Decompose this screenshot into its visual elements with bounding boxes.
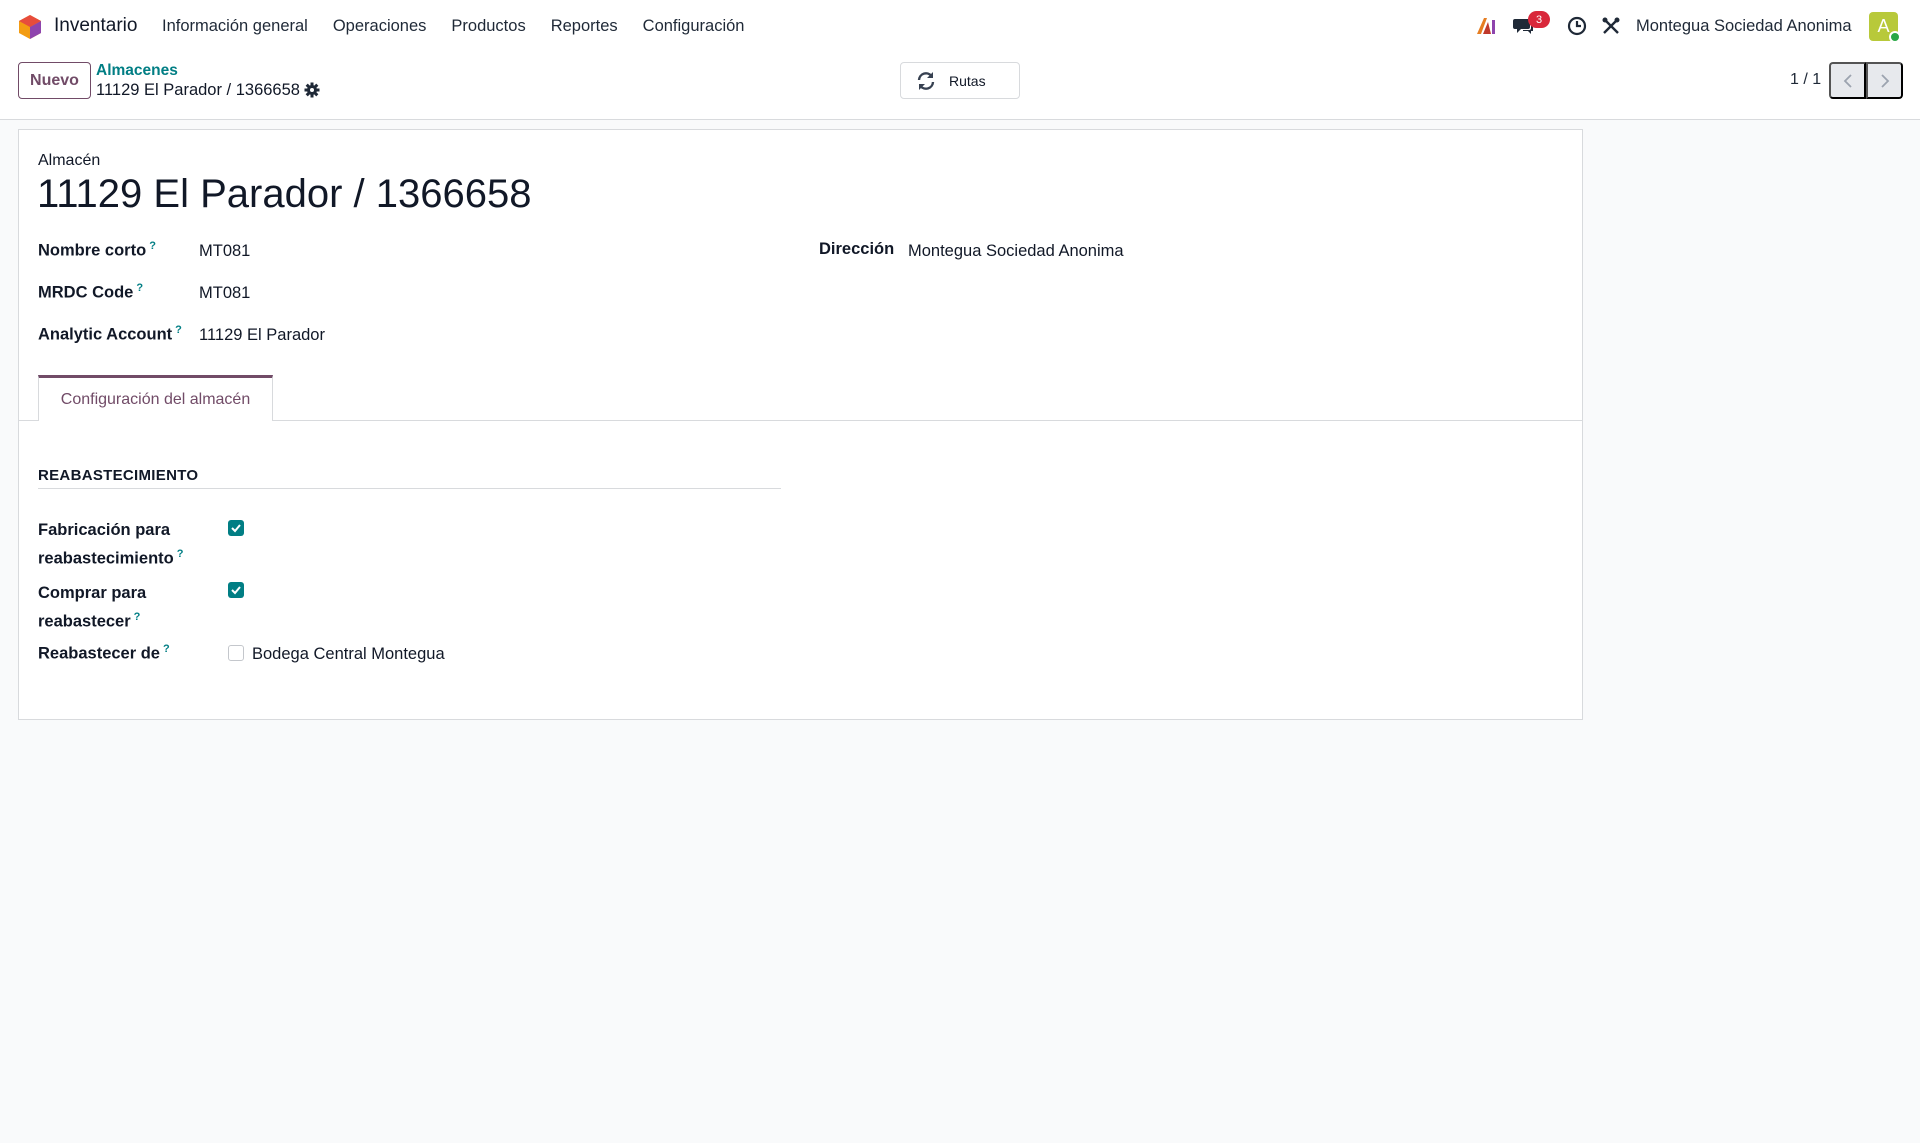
resupply-from-label: Reabastecer de? [38,643,170,663]
analytic-account-field[interactable]: 11129 El Parador [199,326,325,345]
record-title[interactable]: 11129 El Parador / 1366658 [37,172,531,217]
top-navbar: Inventario Información general Operacion… [0,0,1920,54]
inventory-app-icon[interactable] [18,14,42,40]
menu-informacion-general[interactable]: Información general [162,17,308,36]
check-icon [231,586,241,595]
short-name-field[interactable]: MT081 [199,242,250,261]
gear-icon[interactable] [304,82,320,98]
breadcrumb-parent[interactable]: Almacenes [96,62,178,80]
mrdc-code-help-icon[interactable]: ? [136,282,143,294]
manufacture-help-icon[interactable]: ? [177,548,184,560]
chevron-left-icon [1843,73,1852,88]
manufacture-replenish-checkbox[interactable] [228,520,244,536]
refresh-icon [917,72,935,90]
address-label: Dirección [819,240,895,258]
routes-button-label: Rutas [949,73,986,89]
ai-icon[interactable] [1475,15,1497,37]
pager-next-button[interactable] [1866,62,1903,99]
section-divider [38,488,781,489]
short-name-label: Nombre corto? [38,240,156,260]
check-icon [231,524,241,533]
main-menu: Información general Operaciones Producto… [162,17,769,36]
short-name-help-icon[interactable]: ? [149,240,156,252]
buy-replenish-label: Comprar para reabastecer? [38,584,147,631]
record-type-label: Almacén [38,152,101,169]
messages-badge: 3 [1528,11,1550,28]
pager-value[interactable]: 1 / 1 [1790,71,1821,89]
mrdc-code-label: MRDC Code? [38,282,144,302]
buy-help-icon[interactable]: ? [134,611,141,623]
mrdc-code-field[interactable]: MT081 [199,284,250,303]
pager-previous-button[interactable] [1829,62,1866,99]
company-switcher[interactable]: Montegua Sociedad Anonima [1636,17,1852,36]
resupply-from-help-icon[interactable]: ? [163,643,170,655]
analytic-account-help-icon[interactable]: ? [175,324,182,336]
app-name[interactable]: Inventario [54,15,137,37]
tab-warehouse-config[interactable]: Configuración del almacén [38,375,273,421]
control-panel: Nuevo Almacenes 11129 El Parador / 13666… [0,54,1920,120]
analytic-account-label: Analytic Account? [38,324,182,344]
new-button[interactable]: Nuevo [18,62,91,99]
menu-operaciones[interactable]: Operaciones [333,17,427,36]
routes-button[interactable]: Rutas [900,62,1020,99]
online-status-dot [1889,31,1901,43]
clock-icon[interactable] [1566,15,1588,37]
address-field[interactable]: Montegua Sociedad Anonima [908,242,1124,261]
buy-replenish-checkbox[interactable] [228,582,244,598]
resupply-warehouse-checkbox[interactable] [228,645,244,661]
breadcrumb-current: 11129 El Parador / 1366658 [96,81,300,99]
menu-reportes[interactable]: Reportes [551,17,618,36]
tools-icon[interactable] [1600,15,1622,37]
resupply-warehouse-label[interactable]: Bodega Central Montegua [252,645,445,664]
form-sheet: Almacén 11129 El Parador / 1366658 Nombr… [18,129,1583,720]
manufacture-replenish-label: Fabricación para reabastecimiento? [38,521,184,568]
menu-configuracion[interactable]: Configuración [643,17,745,36]
chevron-right-icon [1880,73,1889,88]
menu-productos[interactable]: Productos [451,17,525,36]
section-title-replenishment: REABASTECIMIENTO [38,467,199,484]
